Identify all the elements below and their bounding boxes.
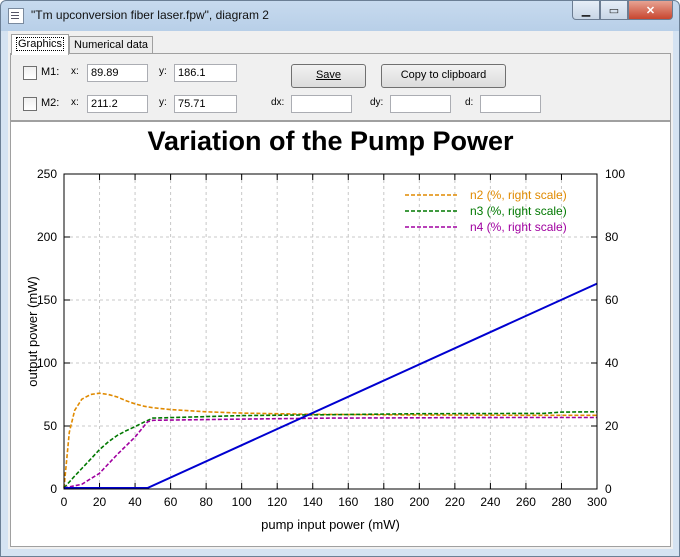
- y-tick-label: 100: [37, 356, 57, 370]
- dy-field[interactable]: [390, 95, 451, 113]
- x-tick-label: 0: [61, 495, 68, 509]
- chart-svg: Variation of the Pump Power 0 20 40 60 80 100 1…: [25, 126, 625, 532]
- x-tick-label: 300: [587, 495, 607, 509]
- y-tick-label: 200: [37, 230, 57, 244]
- d-label: d:: [465, 97, 474, 108]
- minimize-button[interactable]: ▁: [572, 1, 600, 20]
- tab-graphics[interactable]: Graphics: [11, 34, 70, 55]
- m2-y-label: y:: [159, 97, 167, 108]
- minimize-icon: ▁: [581, 4, 591, 17]
- y-tick-label: 0: [50, 482, 57, 496]
- series-line-n2: [63, 392, 597, 489]
- x-axis-label: pump input power (mW): [261, 517, 400, 532]
- series-line-output: [64, 282, 598, 489]
- m2-x-label: x:: [71, 97, 79, 108]
- x-tick-label: 260: [516, 495, 536, 509]
- app-window: "Tm upconversion fiber laser.fpw", diagr…: [0, 0, 680, 557]
- legend-entry: n4 (%, right scale): [470, 220, 567, 234]
- window-title: "Tm upconversion fiber laser.fpw", diagr…: [31, 8, 269, 22]
- document-icon: [8, 8, 24, 24]
- tab-numerical-data-label: Numerical data: [74, 39, 149, 51]
- x-tick-label: 80: [199, 495, 213, 509]
- tab-numerical-data[interactable]: Numerical data: [69, 36, 154, 54]
- x-tick-label: 280: [551, 495, 571, 509]
- save-button[interactable]: Save: [291, 64, 366, 88]
- legend-entry: n2 (%, right scale): [470, 188, 567, 202]
- save-button-label: Save: [315, 69, 342, 81]
- m2-y-field[interactable]: 75.71: [174, 95, 237, 113]
- m1-y-label: y:: [159, 66, 167, 77]
- y2-tick-label: 100: [605, 167, 625, 181]
- dx-label: dx:: [271, 97, 285, 108]
- x-tick-label: 160: [338, 495, 358, 509]
- marker-row-m1: M1: x: 89.89 y: 186.1 Save Copy to clipb…: [11, 63, 670, 88]
- y2-tick-label: 40: [605, 356, 619, 370]
- tab-strip: Graphics Numerical data: [11, 34, 154, 55]
- m1-checkbox[interactable]: [23, 66, 37, 80]
- x-tick-label: 20: [93, 495, 107, 509]
- dy-label: dy:: [370, 97, 384, 108]
- m1-y-field[interactable]: 186.1: [174, 64, 237, 82]
- plot-area[interactable]: Variation of the Pump Power 0 20 40 60 80 100 1…: [10, 121, 671, 547]
- d-field[interactable]: [480, 95, 541, 113]
- marker-panel: M1: x: 89.89 y: 186.1 Save Copy to clipb…: [10, 53, 671, 121]
- m1-x-field[interactable]: 89.89: [87, 64, 148, 82]
- y2-tick-label: 20: [605, 419, 619, 433]
- x-tick-label: 200: [409, 495, 429, 509]
- x-tick-label: 100: [232, 495, 252, 509]
- x-tick-label: 140: [303, 495, 323, 509]
- close-icon: ✕: [645, 4, 656, 17]
- dx-field[interactable]: [291, 95, 352, 113]
- x-tick-label: 60: [164, 495, 178, 509]
- x-tick-label: 220: [445, 495, 465, 509]
- maximize-icon: ▭: [608, 4, 620, 17]
- x-tick-label: 180: [374, 495, 394, 509]
- y-tick-label: 250: [37, 167, 57, 181]
- x-tick-label: 40: [128, 495, 142, 509]
- series-line-n3: [63, 411, 598, 489]
- m1-label: M1:: [41, 66, 60, 78]
- series-line-n4: [63, 416, 597, 489]
- y2-tick-label: 60: [605, 293, 619, 307]
- m2-x-field[interactable]: 211.2: [87, 95, 148, 113]
- marker-row-m2: M2: x: 211.2 y: 75.71 dx: dy: d:: [11, 94, 670, 116]
- x-tick-label: 120: [267, 495, 287, 509]
- y-tick-label: 150: [37, 293, 57, 307]
- maximize-button[interactable]: ▭: [600, 1, 628, 20]
- client-area: Graphics Numerical data M1: x: 89.89 y: …: [8, 31, 673, 549]
- y2-tick-label: 80: [605, 230, 619, 244]
- legend-entry: n3 (%, right scale): [470, 204, 567, 218]
- tab-graphics-label: Graphics: [16, 37, 65, 51]
- y-tick-label: 50: [44, 419, 58, 433]
- x-tick-label: 240: [480, 495, 500, 509]
- m2-checkbox[interactable]: [23, 97, 37, 111]
- close-button[interactable]: ✕: [628, 1, 673, 20]
- y2-tick-label: 0: [605, 482, 612, 496]
- copy-to-clipboard-button[interactable]: Copy to clipboard: [381, 64, 506, 88]
- m2-label: M2:: [41, 97, 60, 109]
- m1-x-label: x:: [71, 66, 79, 77]
- y-axis-label: output power (mW): [25, 276, 40, 387]
- title-bar[interactable]: "Tm upconversion fiber laser.fpw", diagr…: [1, 1, 679, 31]
- chart-title: Variation of the Pump Power: [147, 126, 514, 156]
